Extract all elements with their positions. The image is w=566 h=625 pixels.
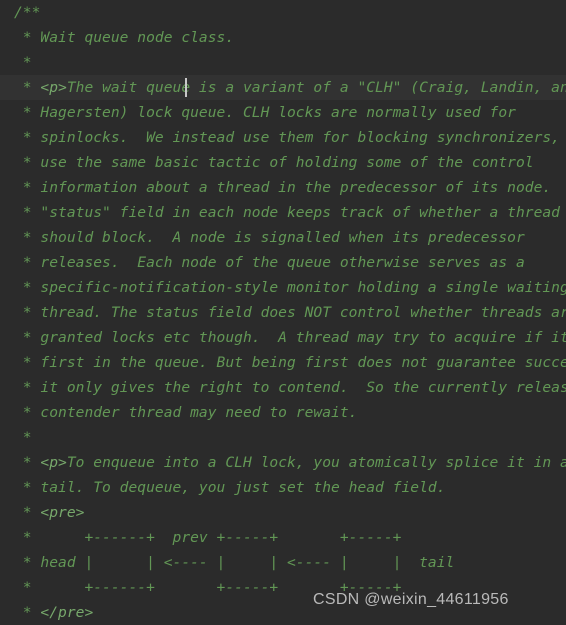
code-line[interactable]: * releases. Each node of the queue other… xyxy=(0,250,566,275)
code-text: * it only gives the right to contend. So… xyxy=(14,379,566,396)
code-text: * first in the queue. But being first do… xyxy=(14,354,566,371)
code-editor-pane[interactable]: /** * Wait queue node class. * * <p>The … xyxy=(0,0,566,623)
code-text: * Hagersten) lock queue. CLH locks are n… xyxy=(14,104,516,121)
code-line[interactable]: * contender thread may need to rewait. xyxy=(0,400,566,425)
javadoc-html-tag: <p> xyxy=(40,79,67,96)
code-line[interactable]: * spinlocks. We instead use them for blo… xyxy=(0,125,566,150)
code-text: * contender thread may need to rewait. xyxy=(14,404,358,421)
code-line[interactable]: * <p>The wait queue is a variant of a "C… xyxy=(0,75,566,100)
code-line[interactable]: * xyxy=(0,425,566,450)
csdn-watermark: CSDN @weixin_44611956 xyxy=(313,591,509,608)
code-text: * "status" field in each node keeps trac… xyxy=(14,204,560,221)
javadoc-html-tag: </pre> xyxy=(40,604,94,621)
code-line[interactable]: * tail. To dequeue, you just set the hea… xyxy=(0,475,566,500)
code-line[interactable]: * head | | <---- | | <---- | | tail xyxy=(0,550,566,575)
code-line[interactable]: * Wait queue node class. xyxy=(0,25,566,50)
code-line[interactable]: * information about a thread in the pred… xyxy=(0,175,566,200)
code-line[interactable]: * granted locks etc though. A thread may… xyxy=(0,325,566,350)
code-text: * xyxy=(14,604,41,621)
code-line[interactable]: * first in the queue. But being first do… xyxy=(0,350,566,375)
code-line[interactable]: * Hagersten) lock queue. CLH locks are n… xyxy=(0,100,566,125)
code-line[interactable]: * it only gives the right to contend. So… xyxy=(0,375,566,400)
code-line[interactable]: * thread. The status field does NOT cont… xyxy=(0,300,566,325)
javadoc-html-tag: <pre> xyxy=(40,504,85,521)
code-text: * xyxy=(14,79,41,96)
code-line[interactable]: * use the same basic tactic of holding s… xyxy=(0,150,566,175)
code-text: * use the same basic tactic of holding s… xyxy=(14,154,534,171)
code-text: * xyxy=(14,504,41,521)
code-text: * spinlocks. We instead use them for blo… xyxy=(14,129,566,146)
code-text: * xyxy=(14,54,32,71)
code-text: * should block. A node is signalled when… xyxy=(14,229,525,246)
code-text: The wait queue is a variant of a "CLH" (… xyxy=(66,79,566,96)
code-line[interactable]: * "status" field in each node keeps trac… xyxy=(0,200,566,225)
code-line[interactable]: * specific-notification-style monitor ho… xyxy=(0,275,566,300)
code-text: To enqueue into a CLH lock, you atomical… xyxy=(66,454,566,471)
code-line[interactable]: * xyxy=(0,50,566,75)
code-lines-container[interactable]: /** * Wait queue node class. * * <p>The … xyxy=(0,0,566,623)
code-text: * releases. Each node of the queue other… xyxy=(14,254,525,271)
code-line[interactable]: * <pre> xyxy=(0,500,566,525)
code-text: * granted locks etc though. A thread may… xyxy=(14,329,566,346)
code-line[interactable]: * should block. A node is signalled when… xyxy=(0,225,566,250)
code-text: * specific-notification-style monitor ho… xyxy=(14,279,566,296)
code-line[interactable]: * +------+ prev +-----+ +-----+ xyxy=(0,525,566,550)
javadoc-html-tag: <p> xyxy=(40,454,67,471)
code-text: * information about a thread in the pred… xyxy=(14,179,566,196)
text-caret xyxy=(185,78,187,97)
code-text: * tail. To dequeue, you just set the hea… xyxy=(14,479,446,496)
code-text: * xyxy=(14,429,32,446)
code-text: * Wait queue node class. xyxy=(14,29,235,46)
code-text: * +------+ prev +-----+ +-----+ xyxy=(14,529,402,546)
code-line[interactable]: * <p>To enqueue into a CLH lock, you ato… xyxy=(0,450,566,475)
code-text: * thread. The status field does NOT cont… xyxy=(14,304,566,321)
code-text: /** xyxy=(14,4,41,21)
code-text: * xyxy=(14,454,41,471)
code-text: * head | | <---- | | <---- | | tail xyxy=(14,554,455,571)
code-line[interactable]: /** xyxy=(0,0,566,25)
